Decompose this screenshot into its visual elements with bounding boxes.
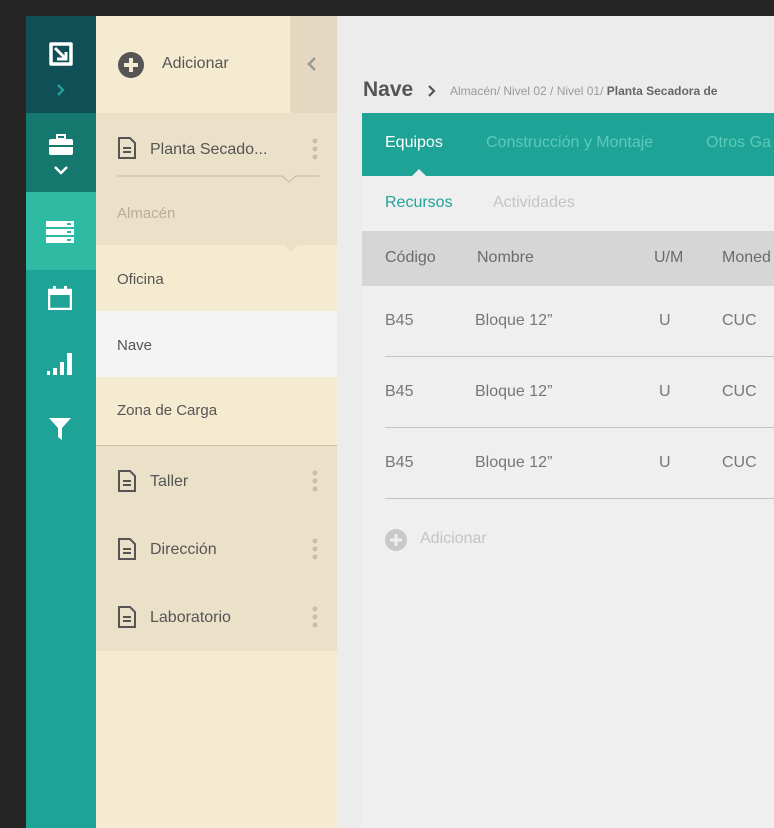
rail-item-structure[interactable] [26,192,102,270]
chevron-right-icon [428,85,436,97]
subtab-recursos[interactable]: Recursos [385,194,453,212]
chevron-left-icon [307,57,316,71]
document-icon [118,470,136,492]
app-window: Adicionar Planta Secado... Almacén Ofici… [26,16,774,828]
more-vertical-icon[interactable] [311,606,319,628]
breadcrumb[interactable]: Almacén/ Nivel 02 / Nivel 01/ Planta Sec… [450,84,717,98]
tab-bar: Equipos Construcción y Montaje Otros Ga [362,113,774,176]
tab-equipos[interactable]: Equipos [385,134,443,152]
tree-add-label: Adicionar [162,55,229,72]
calendar-icon[interactable] [48,286,72,310]
tree-node-laboratorio[interactable]: Laboratorio [96,582,337,651]
column-header-um[interactable]: U/M [654,249,683,267]
table-row[interactable]: B45 Bloque 12” U CUC [362,286,774,357]
tree-child-zona-carga[interactable]: Zona de Carga [96,377,337,446]
row-divider [385,498,774,499]
plus-circle-icon [385,529,407,551]
plus-circle-icon [118,52,144,78]
tab-otros[interactable]: Otros Ga [706,134,771,152]
table-row[interactable]: B45 Bloque 12” U CUC [362,357,774,428]
column-header-codigo[interactable]: Código [385,249,436,267]
logo-area[interactable] [26,16,96,113]
subtab-bar: Recursos Actividades [362,176,774,231]
logo-icon [49,42,73,66]
server-icon [46,221,74,243]
tree-child-nave[interactable]: Nave [96,311,337,377]
more-vertical-icon[interactable] [311,138,319,160]
chevron-down-icon[interactable] [54,165,68,175]
tree-add-button[interactable]: Adicionar [96,16,290,113]
more-vertical-icon[interactable] [311,538,319,560]
main-content: Nave Almacén/ Nivel 02 / Nivel 01/ Plant… [337,16,774,828]
tree-divider [117,175,319,183]
active-tab-indicator [412,169,426,176]
document-icon [118,538,136,560]
table-header: Código Nombre U/M Moned [362,231,774,286]
tree-panel: Adicionar Planta Secado... Almacén Ofici… [96,16,337,828]
signal-bars-icon[interactable] [47,353,73,375]
tree-node-label: Planta Secado... [150,141,268,158]
tab-construccion-montaje[interactable]: Construcción y Montaje [486,134,653,152]
page-title: Nave [363,78,414,101]
icon-rail [26,16,102,828]
subtab-actividades[interactable]: Actividades [493,194,575,212]
top-bar [337,16,774,80]
tree-node-taller[interactable]: Taller [96,446,337,514]
breadcrumb-current[interactable]: Planta Secadora de [607,84,718,98]
tree-node-label: Dirección [150,541,217,558]
filter-icon[interactable] [49,418,71,440]
tree-node-planta[interactable]: Planta Secado... Almacén [96,113,337,245]
column-header-moneda[interactable]: Moned [722,249,771,267]
collapse-panel-button[interactable] [290,16,337,113]
document-icon [118,137,136,159]
more-vertical-icon[interactable] [311,470,319,492]
rail-item-tools[interactable] [26,113,96,192]
briefcase-icon [49,134,73,155]
table-row[interactable]: B45 Bloque 12” U CUC [362,428,774,499]
tree-node-direccion[interactable]: Dirección [96,514,337,582]
chevron-right-icon[interactable] [55,84,67,96]
tree-child-oficina[interactable]: Oficina [96,245,337,311]
column-header-nombre[interactable]: Nombre [477,249,534,267]
add-row-label: Adicionar [420,530,487,547]
tree-child-almacen[interactable]: Almacén [96,205,337,245]
tree-node-label: Laboratorio [150,609,231,626]
document-icon [118,606,136,628]
breadcrumb-path[interactable]: Almacén/ Nivel 02 / Nivel 01/ [450,84,603,98]
tree-node-label: Taller [150,473,189,490]
resources-card: Equipos Construcción y Montaje Otros Ga … [362,113,774,828]
